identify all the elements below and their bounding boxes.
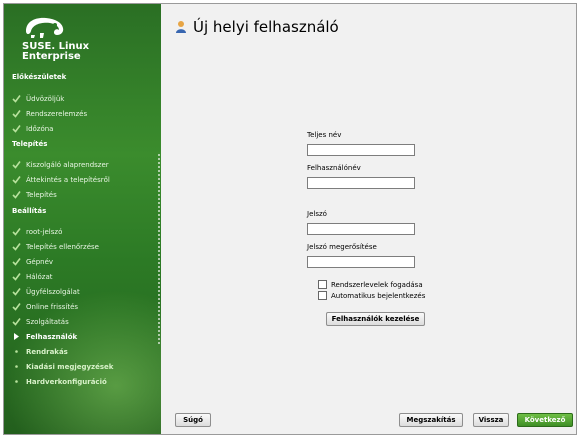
step-customer-center: Ügyfélszolgálat bbox=[12, 287, 80, 296]
step-system-analysis: Rendszerelemzés bbox=[12, 109, 87, 118]
page-header: Új helyi felhasználó bbox=[175, 18, 339, 36]
check-icon bbox=[12, 257, 21, 266]
next-button[interactable]: Következő bbox=[517, 413, 573, 427]
section-title-configuration: Beállítás bbox=[12, 207, 47, 215]
check-icon bbox=[12, 302, 21, 311]
manage-users-button[interactable]: Felhasználók kezelése bbox=[326, 312, 425, 326]
full-name-field[interactable] bbox=[307, 144, 415, 156]
help-button[interactable]: Súgó bbox=[175, 413, 211, 427]
step-hostname: Gépnév bbox=[12, 257, 53, 266]
step-install: Telepítés bbox=[12, 190, 57, 199]
check-icon bbox=[12, 272, 21, 281]
installer-window: SUSE. Linux Enterprise Előkészületek Üdv… bbox=[3, 3, 577, 435]
check-icon bbox=[12, 109, 21, 118]
auto-login-checkbox[interactable]: Automatikus bejelentkezés bbox=[318, 291, 425, 300]
check-icon bbox=[12, 287, 21, 296]
arrow-right-icon bbox=[12, 332, 21, 341]
check-icon bbox=[12, 175, 21, 184]
check-icon bbox=[12, 242, 21, 251]
step-server-base: Kiszolgáló alaprendszer bbox=[12, 160, 109, 169]
step-network: Hálózat bbox=[12, 272, 53, 281]
full-name-label: Teljes név bbox=[307, 131, 342, 139]
check-icon bbox=[12, 190, 21, 199]
step-timezone: Időzóna bbox=[12, 124, 53, 133]
step-welcome: Üdvözöljük bbox=[12, 94, 64, 103]
step-online-update: Online frissítés bbox=[12, 302, 78, 311]
bullet-icon bbox=[12, 347, 21, 356]
password-label: Jelszó bbox=[307, 210, 327, 218]
password-confirm-label: Jelszó megerősítése bbox=[307, 243, 377, 251]
check-icon bbox=[12, 317, 21, 326]
page-title: Új helyi felhasználó bbox=[193, 18, 339, 36]
check-icon bbox=[12, 227, 21, 236]
bullet-icon bbox=[12, 362, 21, 371]
back-button[interactable]: Vissza bbox=[473, 413, 509, 427]
abort-button[interactable]: Megszakítás bbox=[399, 413, 463, 427]
step-service: Szolgáltatás bbox=[12, 317, 69, 326]
step-cleanup: Rendrakás bbox=[12, 347, 68, 356]
step-release-notes: Kiadási megjegyzések bbox=[12, 362, 113, 371]
password-confirm-field[interactable] bbox=[307, 256, 415, 268]
section-title-installation: Telepítés bbox=[12, 140, 48, 148]
step-install-check: Telepítés ellenőrzése bbox=[12, 242, 99, 251]
check-icon bbox=[12, 94, 21, 103]
checkbox-box[interactable] bbox=[318, 291, 327, 300]
step-users: Felhasználók bbox=[12, 332, 77, 341]
checkbox-box[interactable] bbox=[318, 280, 327, 289]
step-root-password: root-jelszó bbox=[12, 227, 62, 236]
user-icon bbox=[176, 21, 186, 33]
username-label: Felhasználónév bbox=[307, 164, 361, 172]
bullet-icon bbox=[12, 377, 21, 386]
username-field[interactable] bbox=[307, 177, 415, 189]
brand-name: SUSE. Linux Enterprise bbox=[22, 41, 90, 62]
receive-mail-checkbox[interactable]: Rendszerlevelek fogadása bbox=[318, 280, 423, 289]
sidebar: SUSE. Linux Enterprise Előkészületek Üdv… bbox=[4, 4, 161, 434]
password-field[interactable] bbox=[307, 223, 415, 235]
step-install-overview: Áttekintés a telepítésről bbox=[12, 175, 110, 184]
main-panel: Új helyi felhasználó Teljes név Felhaszn… bbox=[161, 4, 576, 434]
step-hardware-config: Hardverkonfiguráció bbox=[12, 377, 107, 386]
suse-chameleon-logo bbox=[26, 17, 64, 38]
check-icon bbox=[12, 160, 21, 169]
check-icon bbox=[12, 124, 21, 133]
section-title-preparation: Előkészületek bbox=[12, 73, 67, 81]
